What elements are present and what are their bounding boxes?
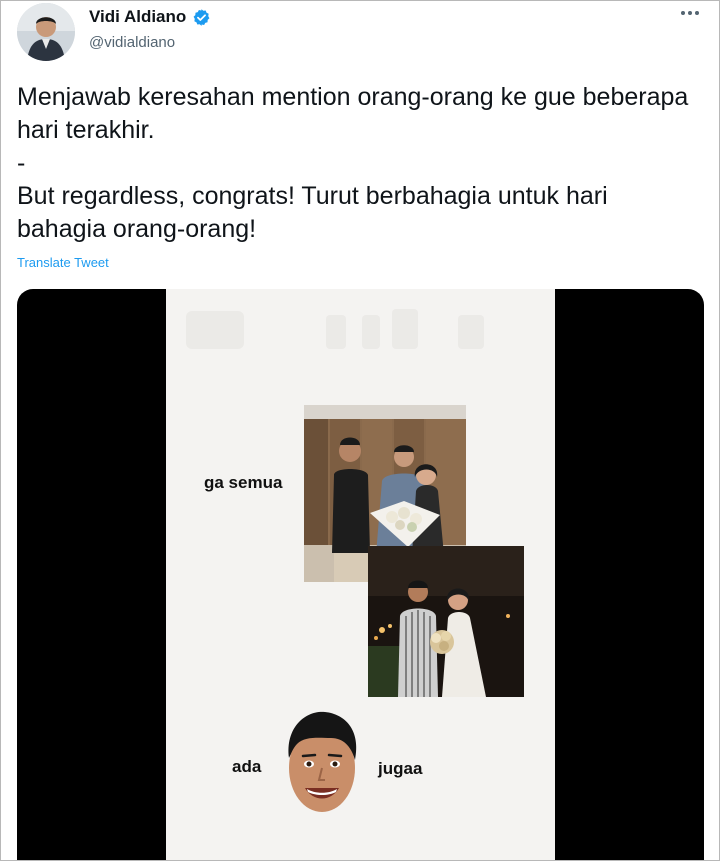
profile-photo — [17, 3, 75, 61]
tweet-video[interactable]: ga semua ada jugaa — [17, 289, 704, 860]
more-options-icon[interactable] — [677, 7, 703, 19]
verified-badge-icon — [193, 8, 210, 26]
photo-image — [368, 546, 524, 697]
tweet-card: Vidi Aldiano @vidialdiano Menjawab keres… — [0, 0, 720, 861]
caption-jugaa: jugaa — [378, 759, 423, 778]
caption-ga-semua: ga semua — [204, 473, 283, 492]
author-name-row: Vidi Aldiano — [89, 7, 211, 27]
tweet-line: But regardless, congrats! Turut berbahag… — [17, 182, 608, 243]
author-avatar[interactable] — [17, 3, 75, 61]
face-sticker — [283, 708, 361, 816]
translate-tweet-link[interactable]: Translate Tweet — [17, 255, 109, 270]
tweet-text: Menjawab keresahan mention orang-orang k… — [17, 81, 697, 246]
tweet-line: - — [17, 149, 26, 177]
couple-photo-night — [368, 546, 524, 697]
author-handle[interactable]: @vidialdiano — [89, 34, 175, 51]
caption-ada: ada — [232, 757, 262, 776]
faded-background-shapes — [186, 309, 484, 349]
video-frame: ga semua ada jugaa — [166, 289, 555, 860]
author-display-name[interactable]: Vidi Aldiano — [89, 7, 186, 27]
tweet-line: Menjawab keresahan mention orang-orang k… — [17, 83, 689, 144]
face-cutout-image — [288, 711, 357, 812]
